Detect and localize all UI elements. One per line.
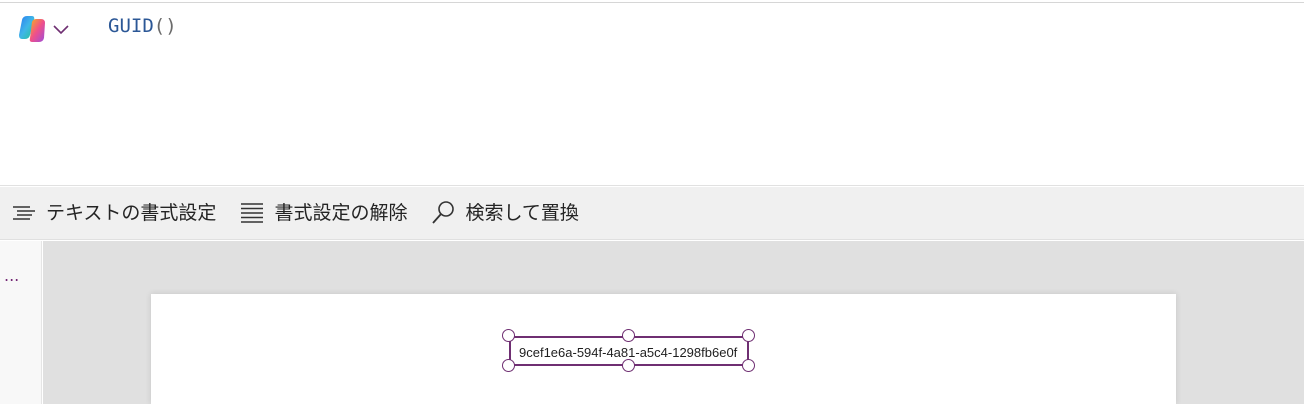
format-text-icon [13,206,35,220]
chevron-down-icon [53,25,69,35]
remove-format-label: 書式設定の解除 [274,202,408,224]
find-replace-label: 検索して置換 [465,202,579,224]
formula-input[interactable]: GUID() [108,13,177,39]
copilot-button[interactable] [16,13,80,45]
resize-handle-bottom[interactable] [622,359,635,372]
resize-handle-bottom-left[interactable] [502,359,515,372]
resize-handle-bottom-right[interactable] [742,359,755,372]
find-replace-button[interactable]: 検索して置換 [429,187,579,240]
formula-bar: GUID() [0,3,1304,186]
resize-handle-top-right[interactable] [742,329,755,342]
format-text-button[interactable]: テキストの書式設定 [10,187,216,240]
resize-handle-top[interactable] [622,329,635,342]
format-text-label: テキストの書式設定 [46,202,217,224]
formula-toolbar: テキストの書式設定 書式設定の解除 検索して置換 [0,187,1304,240]
resize-handle-top-left[interactable] [502,329,515,342]
remove-format-button[interactable]: 書式設定の解除 [238,187,407,240]
copilot-icon [19,16,45,42]
formula-function: GUID [108,15,154,37]
formula-parens: () [153,15,177,37]
label-value: 9cef1e6a-594f-4a81-a5c4-1298fb6e0f [519,345,738,360]
lines-icon [241,203,264,223]
more-options-button[interactable]: ... [4,268,22,288]
search-icon [432,201,455,224]
